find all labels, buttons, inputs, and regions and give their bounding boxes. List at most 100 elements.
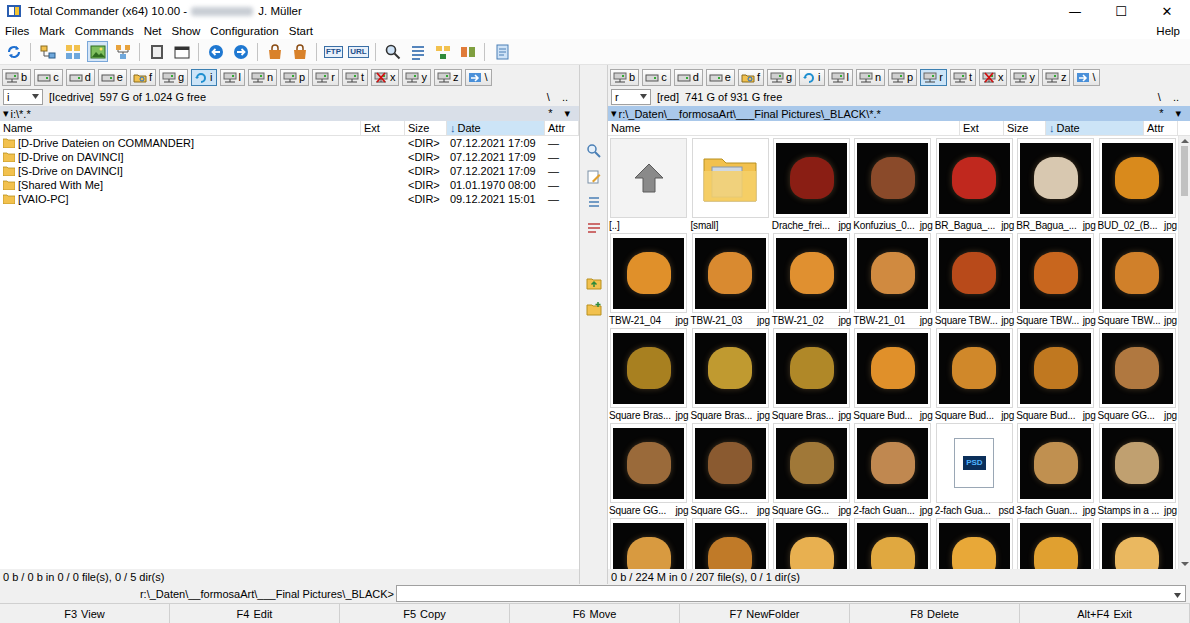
path-marker[interactable]: ▾: [611, 107, 617, 120]
toolbar-button[interactable]: [457, 41, 478, 62]
thumbnail-item[interactable]: [1015, 518, 1096, 569]
thumbnail-item[interactable]: Square TBW...jpg: [1015, 233, 1096, 328]
thumbnail-item[interactable]: BUD_02_(B...jpg: [1097, 138, 1178, 233]
ext-column-header[interactable]: Ext: [960, 121, 1004, 135]
toolbar-button[interactable]: [37, 41, 58, 62]
command-input[interactable]: [397, 586, 1170, 601]
thumbnail-item[interactable]: [608, 518, 689, 569]
drive-button[interactable]: \: [465, 69, 491, 86]
folder-up-button[interactable]: [586, 275, 602, 293]
menu-item[interactable]: Configuration: [205, 25, 283, 37]
history-button[interactable]: ▾: [564, 107, 570, 120]
thumbnail-item[interactable]: TBW-21_02jpg: [771, 233, 852, 328]
drive-button[interactable]: d: [674, 69, 703, 86]
thumbnail-item[interactable]: Square Bud...jpg: [934, 328, 1015, 423]
toolbar-button[interactable]: [171, 41, 192, 62]
drive-button[interactable]: l: [828, 69, 853, 86]
drive-button[interactable]: g: [767, 69, 796, 86]
thumbnail-item[interactable]: Square Bras...jpg: [689, 328, 770, 423]
file-row[interactable]: [Shared With Me]<DIR>01.01.1970 08:00—: [0, 178, 579, 192]
drive-button[interactable]: p: [280, 69, 309, 86]
thumbnail-item[interactable]: Square Bud...jpg: [852, 328, 933, 423]
toolbar-button[interactable]: [230, 41, 251, 62]
function-key-button[interactable]: F3View: [0, 604, 170, 623]
drive-button[interactable]: p: [888, 69, 917, 86]
toolbar-button[interactable]: [289, 41, 310, 62]
drive-button[interactable]: n: [248, 69, 277, 86]
drive-button[interactable]: x: [979, 69, 1008, 86]
drive-button[interactable]: t: [342, 69, 368, 86]
drive-button[interactable]: c: [34, 69, 63, 86]
drive-button[interactable]: e: [706, 69, 735, 86]
thumbnail-item[interactable]: Stamps in a ...jpg: [1097, 423, 1178, 518]
thumbnail-item[interactable]: TBW-21_04jpg: [608, 233, 689, 328]
drive-button[interactable]: g: [159, 69, 188, 86]
menu-item[interactable]: Commands: [70, 25, 139, 37]
menu-item[interactable]: Files: [0, 25, 34, 37]
menu-item[interactable]: Start: [284, 25, 318, 37]
thumbnail-item[interactable]: [771, 518, 852, 569]
thumbnail-item[interactable]: Square Bud...jpg: [1015, 328, 1096, 423]
toolbar-button[interactable]: [264, 41, 285, 62]
thumbnail-item[interactable]: Square GG...jpg: [689, 423, 770, 518]
thumbnail-item[interactable]: Square GG...jpg: [608, 423, 689, 518]
root-button[interactable]: \: [547, 91, 550, 103]
function-key-button[interactable]: F8Delete: [850, 604, 1020, 623]
function-key-button[interactable]: F5Copy: [340, 604, 510, 623]
scrollbar-thumb[interactable]: [1181, 146, 1188, 196]
filter-button[interactable]: *: [1159, 107, 1163, 120]
thumbnail-item[interactable]: Square TBW...jpg: [1097, 233, 1178, 328]
thumbnail-item[interactable]: Konfuzius_0...jpg: [852, 138, 933, 233]
menu-item[interactable]: Net: [139, 25, 167, 37]
help-menu[interactable]: Help: [1151, 25, 1190, 37]
drive-dropdown[interactable]: r: [611, 89, 651, 105]
toolbar-button[interactable]: [3, 41, 24, 62]
drive-button[interactable]: y: [402, 69, 431, 86]
drive-button[interactable]: r: [920, 69, 947, 86]
drive-button[interactable]: b: [610, 69, 639, 86]
toolbar-button[interactable]: [382, 41, 403, 62]
drive-button[interactable]: f: [738, 69, 764, 86]
attr-column-header[interactable]: Attr: [1144, 121, 1178, 135]
thumbnail-item[interactable]: 2-fach Guan...jpg: [852, 423, 933, 518]
function-key-button[interactable]: F4Edit: [170, 604, 340, 623]
size-column-header[interactable]: Size: [1004, 121, 1046, 135]
size-column-header[interactable]: Size: [405, 121, 447, 135]
minimize-button[interactable]: —: [1052, 0, 1098, 22]
thumbnail-item[interactable]: [..]: [608, 138, 689, 233]
path-marker[interactable]: ▾: [3, 107, 9, 120]
function-key-button[interactable]: Alt+F4Exit: [1020, 604, 1190, 623]
list-button[interactable]: [586, 195, 602, 213]
ext-column-header[interactable]: Ext: [361, 121, 405, 135]
thumbnail-item[interactable]: Square GG...jpg: [771, 423, 852, 518]
drive-button[interactable]: i: [191, 69, 216, 86]
menu-item[interactable]: Mark: [34, 25, 70, 37]
drive-button[interactable]: z: [1042, 69, 1071, 86]
date-column-header[interactable]: ↓Date: [447, 121, 545, 135]
drive-button[interactable]: r: [312, 69, 339, 86]
thumbnail-item[interactable]: BR_Bagua_...jpg: [1015, 138, 1096, 233]
toolbar-button[interactable]: [62, 41, 83, 62]
toolbar-button[interactable]: [112, 41, 133, 62]
thumbnail-item[interactable]: [1097, 518, 1178, 569]
drive-button[interactable]: i: [799, 69, 824, 86]
toolbar-button[interactable]: FTP: [323, 41, 344, 62]
toolbar-button[interactable]: [491, 41, 512, 62]
command-history-button[interactable]: [1170, 588, 1185, 600]
thumbnail-item[interactable]: [852, 518, 933, 569]
thumbnail-item[interactable]: Square Bras...jpg: [771, 328, 852, 423]
drive-button[interactable]: n: [856, 69, 885, 86]
drive-button[interactable]: d: [66, 69, 95, 86]
drive-button[interactable]: c: [642, 69, 671, 86]
edit-button[interactable]: [586, 169, 602, 187]
toolbar-button[interactable]: [146, 41, 167, 62]
file-row[interactable]: [D-Drive Dateien on COMMANDER]<DIR>07.12…: [0, 136, 579, 150]
name-column-header[interactable]: Name: [608, 121, 960, 135]
drive-button[interactable]: l: [220, 69, 245, 86]
file-row[interactable]: [D-Drive on DAVINCI]<DIR>07.12.2021 17:0…: [0, 150, 579, 164]
thumbnail-item[interactable]: Square GG...jpg: [1097, 328, 1178, 423]
scrollbar[interactable]: [1178, 136, 1190, 569]
menu-item[interactable]: Show: [167, 25, 206, 37]
thumbnail-item[interactable]: [small]: [689, 138, 770, 233]
parent-button[interactable]: ..: [1173, 91, 1179, 103]
